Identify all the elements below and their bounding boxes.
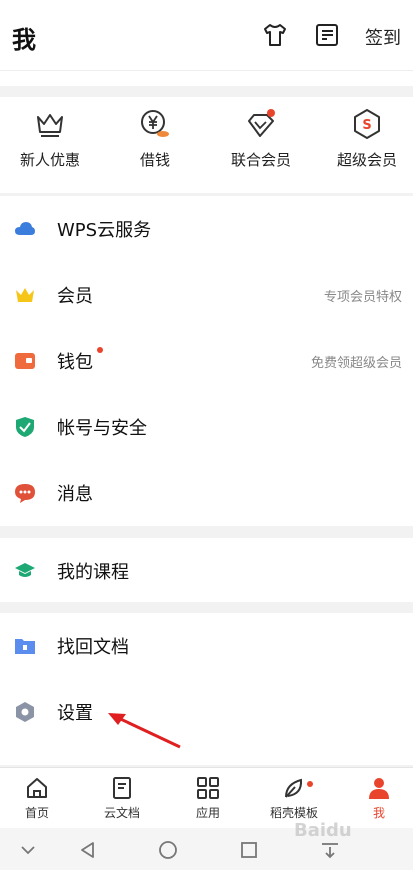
cloud-icon <box>15 222 35 235</box>
menu-item-label: 钱包 <box>57 352 93 373</box>
quick-actions-bar: 新人优惠 借钱 联合会员 S 超级会员 <box>0 97 413 193</box>
menu-item-hint: 专项会员特权 <box>323 290 402 305</box>
graduation-cap-icon <box>15 563 35 577</box>
document-icon <box>113 777 131 799</box>
shield-icon <box>16 417 34 437</box>
leaf-icon <box>285 778 303 798</box>
quick-action-super-member[interactable]: S 超级会员 <box>317 107 413 170</box>
quick-action-loan[interactable]: 借钱 <box>105 107 205 170</box>
joint-member-diamond-icon <box>248 109 275 137</box>
menu-item-label: 找回文档 <box>57 637 129 658</box>
tab-cloud-docs[interactable]: 云文档 <box>87 776 157 821</box>
divider-strip <box>0 70 413 86</box>
home-icon <box>27 778 47 798</box>
folder-icon <box>15 639 35 654</box>
menu-item-label: WPS云服务 <box>57 220 152 241</box>
crown-icon <box>16 288 34 302</box>
bottom-tab-bar: 首页 云文档 应用 稻壳模板 我 <box>0 767 413 828</box>
quick-action-label: 新人优惠 <box>19 151 80 169</box>
tab-apps[interactable]: 应用 <box>173 776 243 821</box>
menu-item-label: 会员 <box>57 286 93 307</box>
home-circle-icon[interactable] <box>158 840 178 860</box>
menu-item-wallet[interactable]: 钱包 免费领超级会员 <box>0 328 413 394</box>
crown-outline-icon <box>37 114 63 137</box>
checklist-icon[interactable] <box>314 22 340 48</box>
menu-item-settings[interactable]: 设置 <box>0 679 413 745</box>
top-bar: 我 签到 <box>0 0 413 70</box>
tshirt-icon[interactable] <box>262 22 288 48</box>
quick-action-label: 超级会员 <box>336 151 397 169</box>
menu-item-messages[interactable]: 消息 <box>0 460 413 526</box>
menu-card-courses: 我的课程 <box>0 538 413 602</box>
wallet-icon <box>15 353 35 369</box>
menu-card-tools: 找回文档 设置 <box>0 613 413 765</box>
menu-item-cloud[interactable]: WPS云服务 <box>0 196 413 262</box>
tab-label: 应用 <box>195 806 220 820</box>
tab-home[interactable]: 首页 <box>2 776 72 821</box>
menu-card-main: WPS云服务 会员 专项会员特权 钱包 免费领超级会员 帐号与安全 消息 <box>0 196 413 526</box>
person-icon <box>369 778 389 799</box>
message-icon <box>15 484 35 503</box>
tab-me[interactable]: 我 <box>344 776 413 821</box>
tab-label: 云文档 <box>103 806 140 820</box>
yen-coin-icon <box>141 110 169 137</box>
svg-text:S: S <box>362 118 371 133</box>
quick-action-label: 联合会员 <box>230 151 291 169</box>
grid-icon <box>197 777 219 799</box>
tab-label: 我 <box>372 806 385 820</box>
menu-item-hint: 免费领超级会员 <box>310 356 402 371</box>
annotation-arrow-icon <box>108 713 181 749</box>
menu-item-label: 帐号与安全 <box>57 418 147 439</box>
sign-in-button[interactable]: 签到 <box>365 24 401 50</box>
watermark: Baidu <box>294 820 352 841</box>
tab-templates[interactable]: 稻壳模板 <box>259 776 329 821</box>
back-triangle-icon[interactable] <box>78 840 98 860</box>
tab-label: 首页 <box>24 806 49 820</box>
notification-dot <box>307 781 313 787</box>
tab-label: 稻壳模板 <box>269 806 318 820</box>
menu-item-label: 我的课程 <box>57 562 129 583</box>
quick-action-newcomer[interactable]: 新人优惠 <box>0 107 100 170</box>
quick-action-label: 借钱 <box>139 151 170 169</box>
menu-item-my-courses[interactable]: 我的课程 <box>0 538 413 604</box>
page-title: 我 <box>12 26 36 54</box>
menu-item-recover-documents[interactable]: 找回文档 <box>0 613 413 679</box>
recents-square-icon[interactable] <box>239 840 259 860</box>
menu-item-label: 消息 <box>57 484 93 505</box>
notification-dot <box>97 347 103 353</box>
download-icon[interactable] <box>320 840 340 860</box>
quick-action-joint-member[interactable]: 联合会员 <box>211 107 311 170</box>
chevron-down-icon[interactable] <box>18 840 38 860</box>
super-member-hexagon-icon: S <box>354 109 380 139</box>
menu-item-account-security[interactable]: 帐号与安全 <box>0 394 413 460</box>
menu-item-member[interactable]: 会员 专项会员特权 <box>0 262 413 328</box>
gear-icon <box>16 702 34 722</box>
menu-item-label: 设置 <box>57 703 93 724</box>
